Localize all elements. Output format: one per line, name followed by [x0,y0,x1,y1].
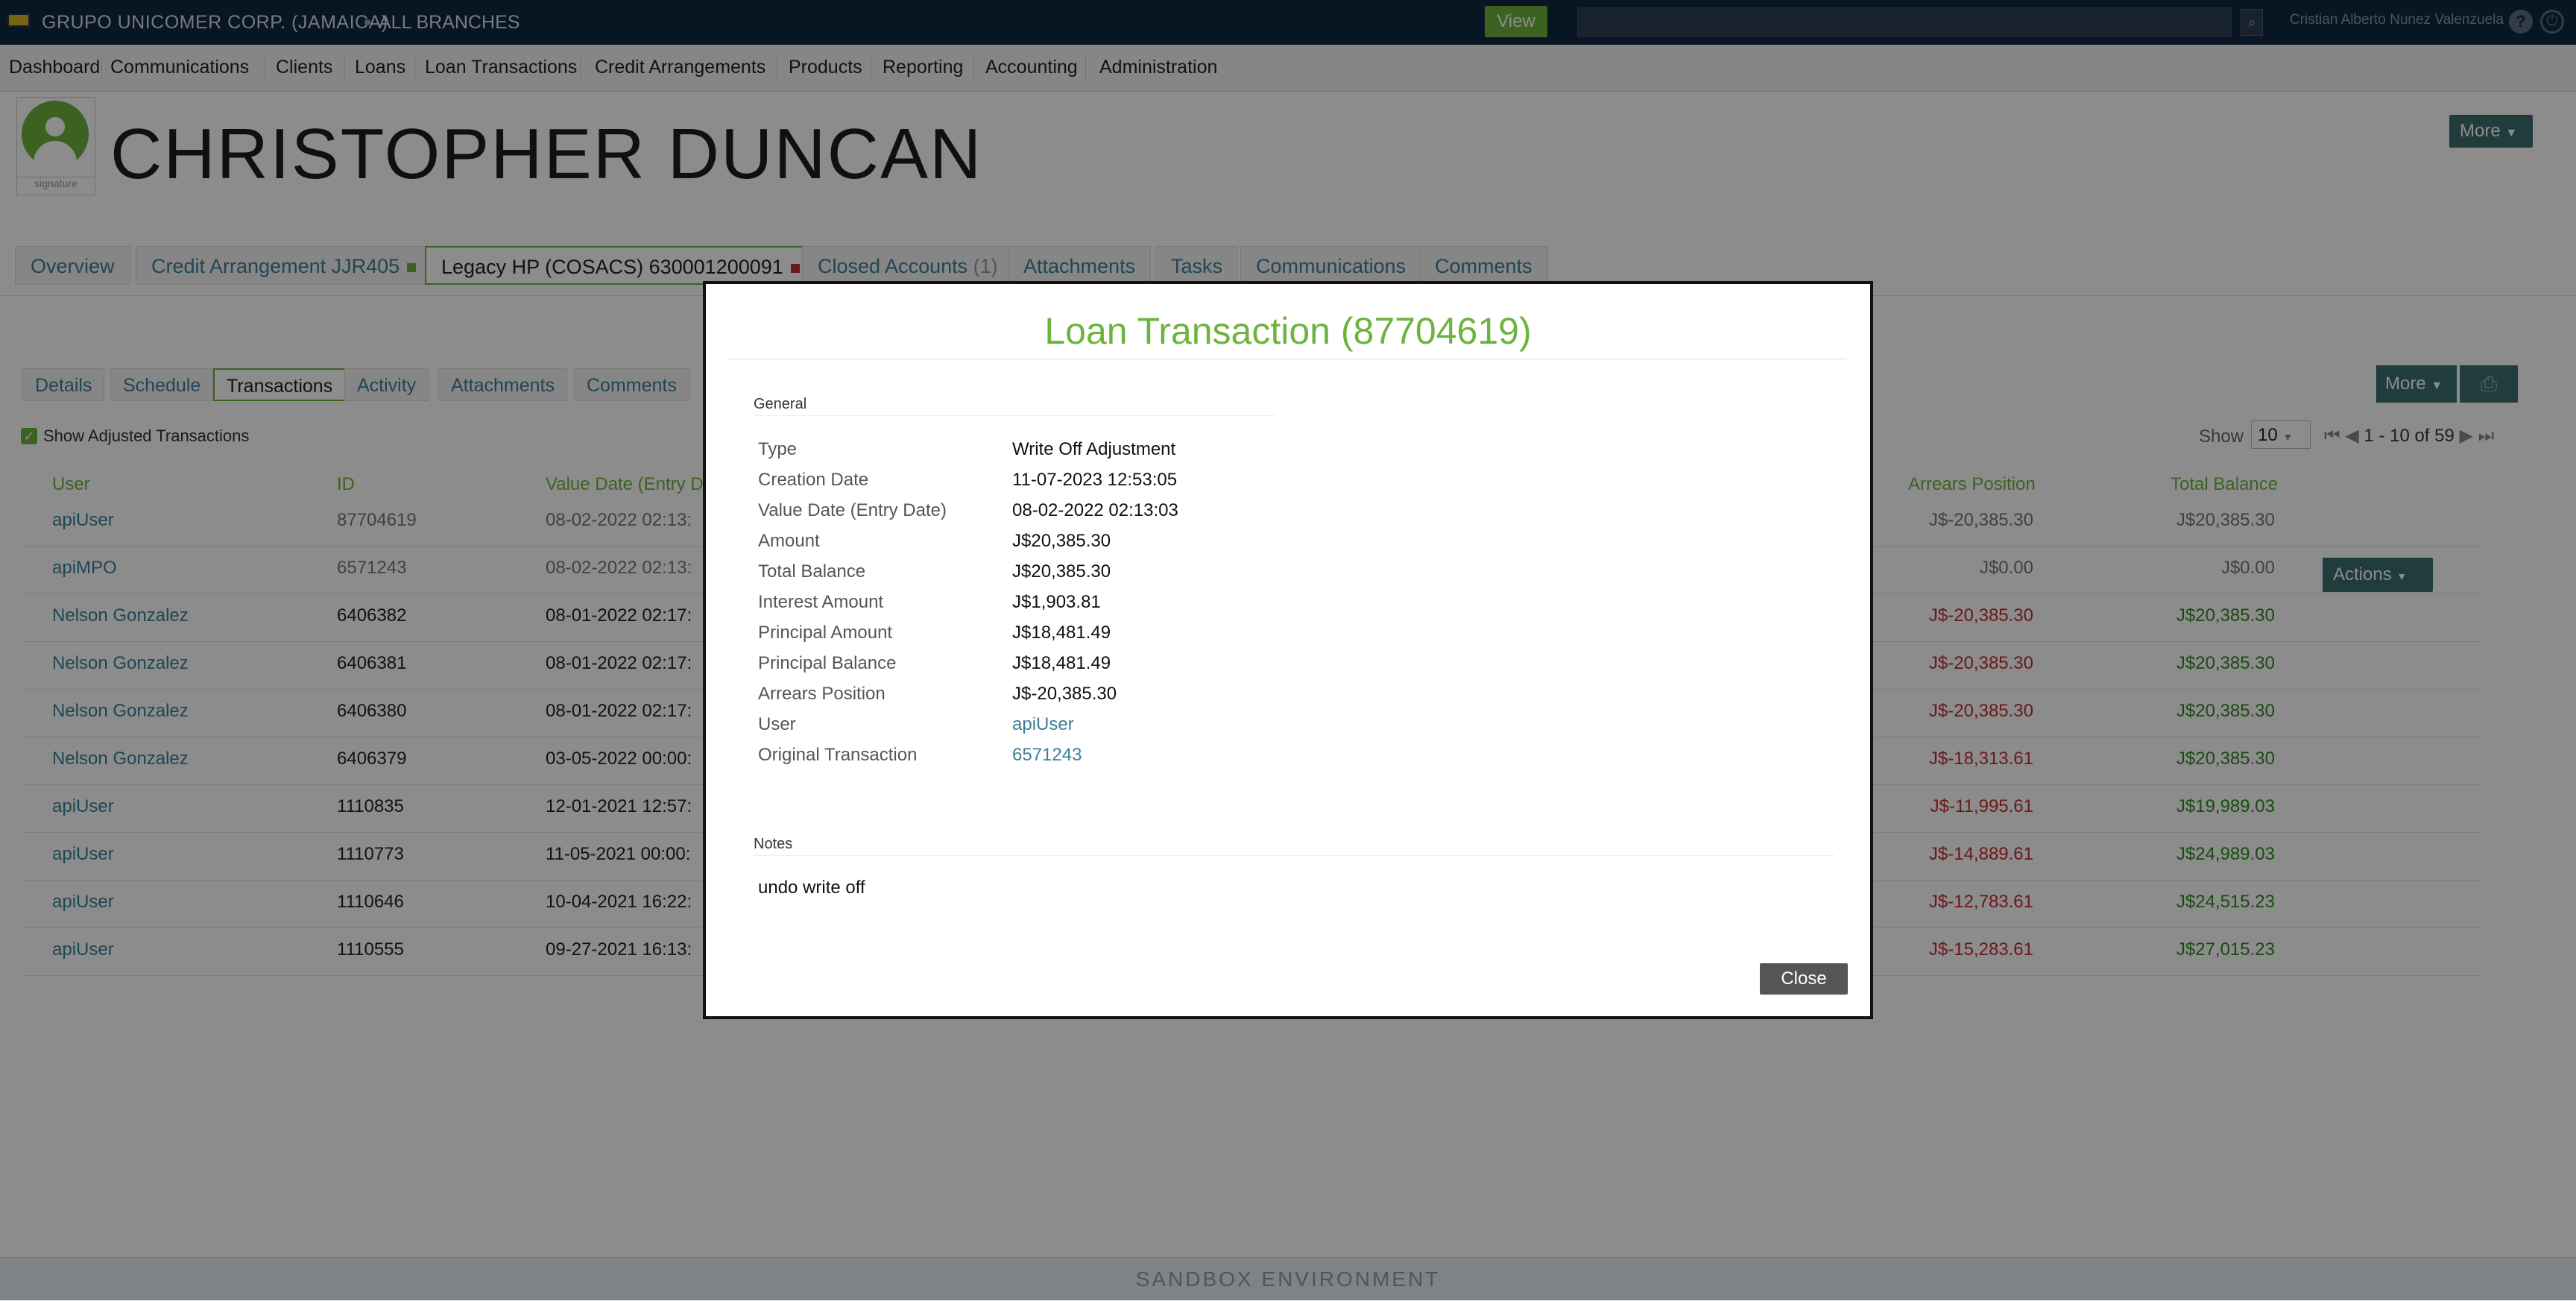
field-label: Original Transaction [758,745,918,765]
field-label: Principal Balance [758,653,897,673]
field-label: Amount [758,531,820,551]
field-label: Creation Date [758,470,869,490]
field-value-link[interactable]: 6571243 [1012,745,1082,766]
notes-text: undo write off [758,878,865,898]
field-value: J$18,481.49 [1012,623,1111,643]
field-value: 11-07-2023 12:53:05 [1012,470,1178,490]
general-section-label: General [754,396,807,412]
field-label: Interest Amount [758,592,884,612]
field-value: J$18,481.49 [1012,653,1111,673]
field-label: Principal Amount [758,623,893,643]
field-value: Write Off Adjustment [1012,439,1176,459]
field-value: J$-20,385.30 [1012,684,1117,704]
divider [754,415,1275,416]
field-value: J$20,385.30 [1012,531,1111,551]
field-label: Arrears Position [758,684,886,704]
field-value: J$20,385.30 [1012,561,1111,582]
field-value: J$1,903.81 [1012,592,1101,612]
loan-transaction-modal: Loan Transaction (87704619) General Type… [703,281,1873,1019]
field-label: Value Date (Entry Date) [758,500,947,520]
field-label: User [758,714,796,734]
notes-section-label: Notes [754,836,793,852]
modal-title: Loan Transaction (87704619) [1044,310,1532,352]
divider [754,855,1834,856]
field-label: Total Balance [758,561,866,582]
field-value-link[interactable]: apiUser [1012,714,1074,735]
field-value: 08-02-2022 02:13:03 [1012,500,1178,520]
close-button[interactable]: Close [1760,963,1848,995]
field-label: Type [758,439,798,459]
